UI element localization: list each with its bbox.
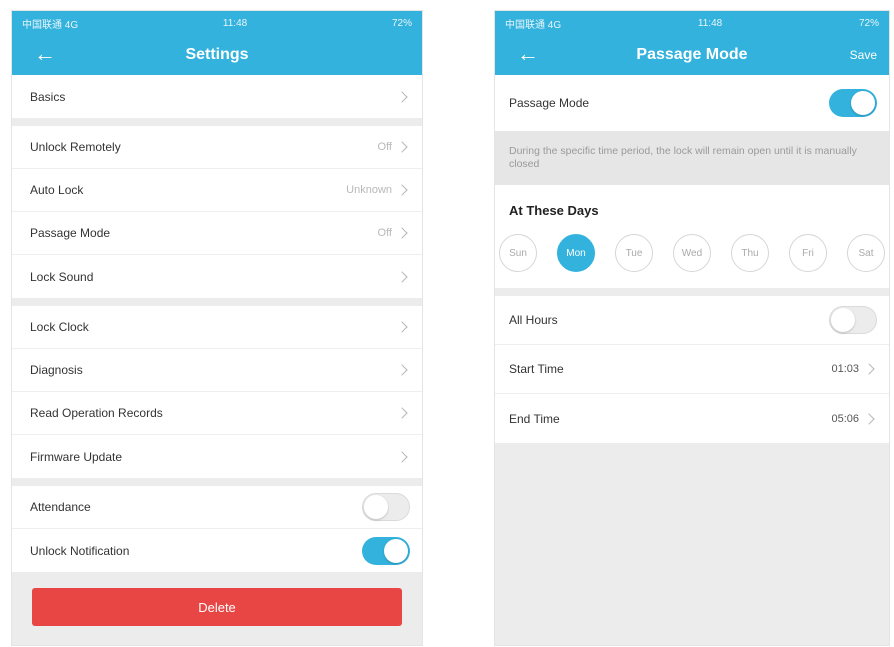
settings-item-passage-mode[interactable]: Passage Mode Off (12, 212, 422, 255)
arrow-left-icon[interactable]: ← (34, 43, 56, 65)
settings-item-basics[interactable]: Basics (12, 75, 422, 118)
passage-mode-toggle[interactable] (829, 89, 877, 117)
day-sun[interactable]: Sun (499, 234, 537, 272)
carrier-label: 中国联通 4G (505, 19, 562, 31)
passage-mode-label: Passage Mode (509, 96, 590, 110)
settings-group-toggles: Attendance Unlock Notification (12, 486, 422, 572)
settings-item-unlock-notification: Unlock Notification (12, 529, 422, 572)
toggle-knob (831, 308, 855, 332)
settings-item-value: Off (377, 227, 392, 239)
settings-item-label: Unlock Notification (30, 543, 130, 558)
chevron-right-icon (396, 407, 408, 419)
end-time-label: End Time (509, 411, 560, 426)
day-selector: Sun Mon Tue Wed Thu Fri Sat (495, 228, 889, 288)
chevron-right-icon (396, 450, 408, 463)
passage-mode-group: Passage Mode (495, 75, 889, 131)
save-button[interactable]: Save (850, 48, 877, 62)
settings-item-value: Unknown (346, 184, 392, 196)
status-bar: 中国联通 4G 11:48 72% (495, 11, 889, 35)
chevron-right-icon (396, 184, 408, 196)
passage-navbar: ← Passage Mode Save (495, 35, 889, 75)
page-title: Passage Mode (636, 46, 748, 63)
settings-item-label: Attendance (30, 500, 91, 514)
end-time-value: 05:06 (831, 412, 859, 425)
chevron-right-icon (396, 90, 408, 103)
settings-item-diagnosis[interactable]: Diagnosis (12, 349, 422, 392)
carrier-label: 中国联通 4G (22, 19, 79, 31)
chevron-right-icon (863, 412, 875, 425)
settings-item-lock-sound[interactable]: Lock Sound (12, 255, 422, 298)
chevron-right-icon (396, 270, 408, 283)
settings-navbar: ← Settings (12, 35, 422, 75)
settings-item-label: Firmware Update (30, 449, 123, 464)
chevron-right-icon (396, 321, 408, 333)
day-sat[interactable]: Sat (847, 234, 885, 272)
page-title: Settings (185, 46, 249, 63)
battery-label: 72% (858, 17, 879, 29)
battery-label: 72% (391, 17, 412, 29)
day-mon[interactable]: Mon (557, 234, 595, 272)
clock-label: 11:48 (222, 17, 248, 29)
end-time-row[interactable]: End Time 05:06 (495, 394, 889, 443)
chevron-right-icon (396, 227, 408, 239)
day-tue[interactable]: Tue (615, 234, 653, 272)
settings-item-label: Lock Sound (30, 269, 94, 284)
settings-item-label: Read Operation Records (30, 406, 163, 420)
all-hours-row: All Hours (495, 296, 889, 345)
chevron-right-icon (396, 364, 408, 376)
all-hours-label: All Hours (509, 313, 558, 327)
settings-group-lock: Unlock Remotely Off Auto Lock Unknown Pa… (12, 126, 422, 298)
delete-section: Delete (12, 572, 422, 642)
day-fri[interactable]: Fri (789, 234, 827, 272)
start-time-label: Start Time (509, 362, 564, 376)
start-time-value: 01:03 (831, 363, 859, 375)
arrow-left-icon[interactable]: ← (517, 43, 539, 65)
toggle-knob (851, 91, 875, 115)
attendance-toggle[interactable] (362, 493, 410, 521)
delete-button[interactable]: Delete (32, 588, 402, 626)
passage-mode-row: Passage Mode (495, 75, 889, 131)
status-bar: 中国联通 4G 11:48 72% (12, 11, 422, 35)
passage-mode-description: During the specific time period, the loc… (495, 131, 889, 185)
chevron-right-icon (396, 141, 408, 153)
settings-item-attendance: Attendance (12, 486, 422, 529)
toggle-knob (384, 538, 408, 563)
day-thu[interactable]: Thu (731, 234, 769, 272)
chevron-right-icon (863, 363, 875, 375)
start-time-row[interactable]: Start Time 01:03 (495, 345, 889, 394)
days-title: At These Days (495, 185, 889, 228)
toggle-knob (364, 495, 388, 519)
clock-label: 11:48 (697, 17, 723, 29)
settings-item-firmware-update[interactable]: Firmware Update (12, 435, 422, 478)
settings-item-label: Basics (30, 89, 66, 104)
all-hours-toggle[interactable] (829, 306, 877, 334)
settings-item-lock-clock[interactable]: Lock Clock (12, 306, 422, 349)
settings-item-label: Diagnosis (30, 363, 83, 377)
settings-item-value: Off (377, 141, 392, 153)
settings-item-label: Passage Mode (30, 226, 111, 240)
day-wed[interactable]: Wed (673, 234, 711, 272)
settings-item-label: Lock Clock (30, 320, 89, 334)
settings-item-unlock-remotely[interactable]: Unlock Remotely Off (12, 126, 422, 169)
settings-item-read-operation-records[interactable]: Read Operation Records (12, 392, 422, 435)
passage-mode-screen: 中国联通 4G 11:48 72% ← Passage Mode Save Pa… (494, 10, 890, 646)
settings-screen: 中国联通 4G 11:48 72% ← Settings Basics Unlo… (11, 10, 423, 646)
settings-item-auto-lock[interactable]: Auto Lock Unknown (12, 169, 422, 212)
time-group: All Hours Start Time 01:03 End Time 05:0… (495, 296, 889, 443)
settings-item-label: Auto Lock (30, 183, 84, 197)
settings-group-advanced: Lock Clock Diagnosis Read Operation Reco… (12, 306, 422, 478)
settings-item-label: Unlock Remotely (30, 140, 121, 154)
unlock-notification-toggle[interactable] (362, 536, 410, 565)
settings-group-basics: Basics (12, 75, 422, 118)
